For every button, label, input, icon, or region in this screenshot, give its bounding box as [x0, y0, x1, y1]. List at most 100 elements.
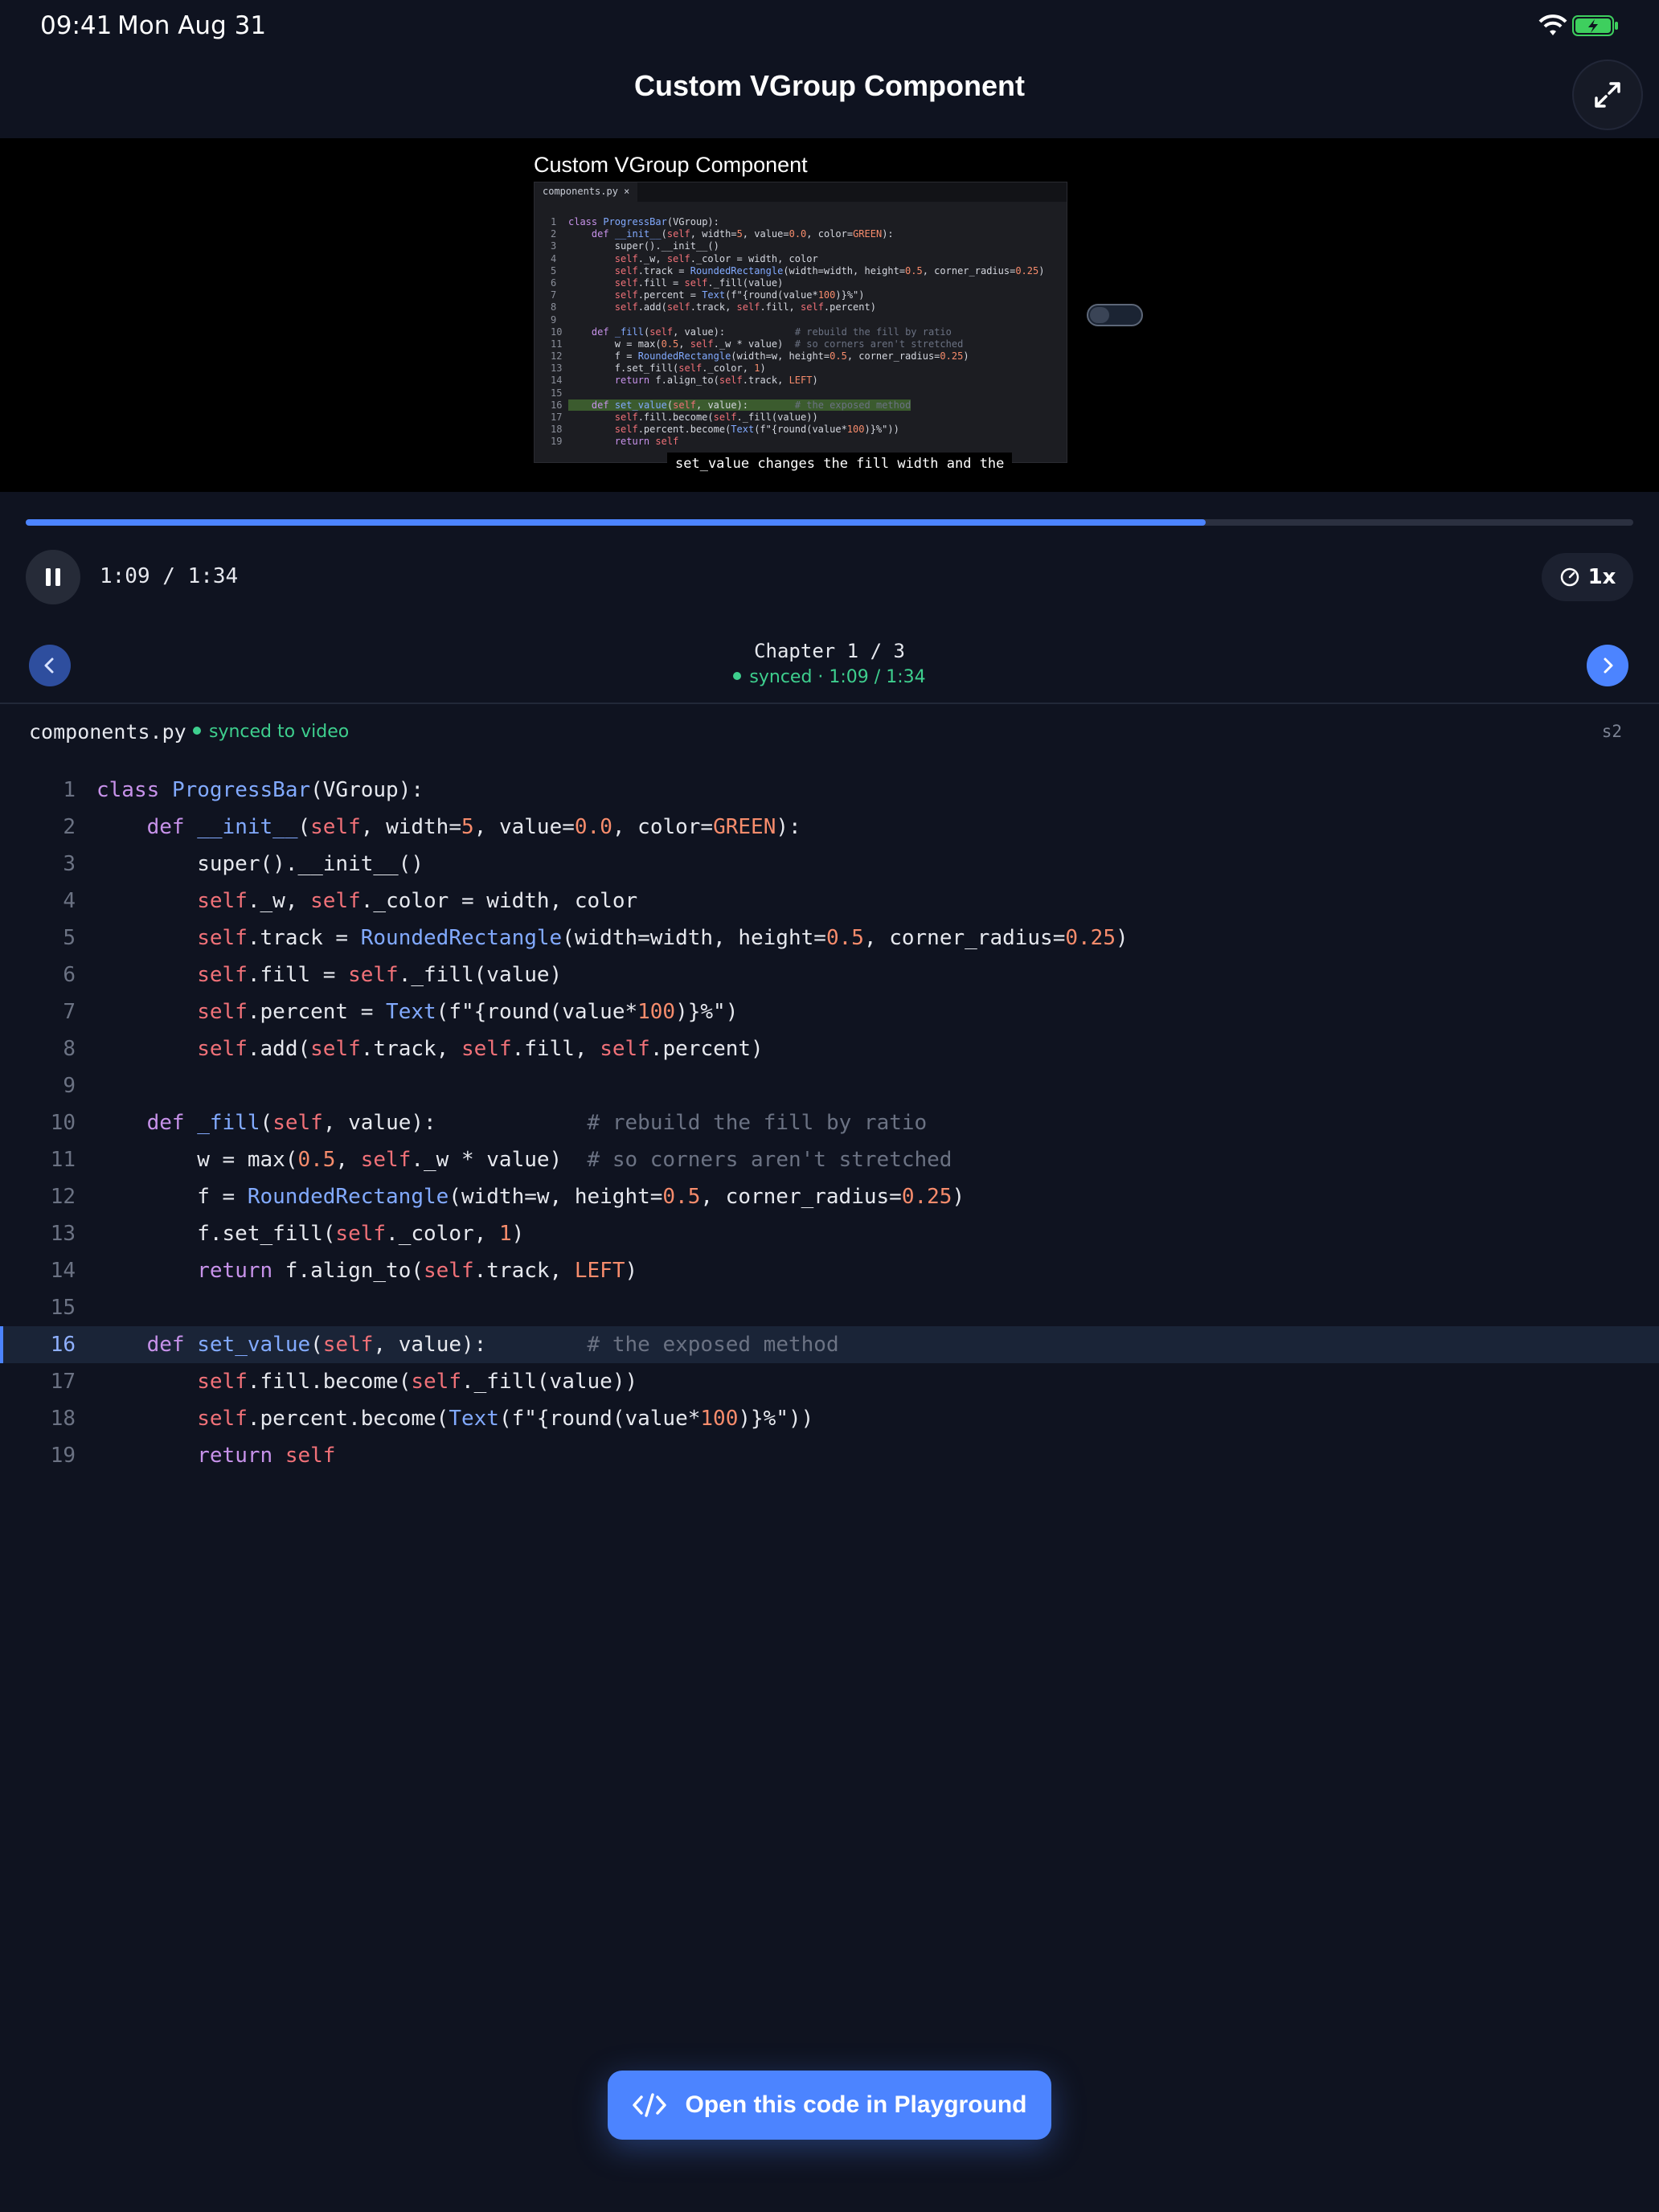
video-code-line: 6 self.fill = self._fill(value) — [551, 276, 784, 289]
battery-charging-icon — [1572, 15, 1618, 36]
code-line-text: f = RoundedRectangle(width=w, height=0.5… — [96, 1185, 965, 1209]
code-line[interactable]: 8 self.add(self.track, self.fill, self.p… — [0, 1030, 1659, 1067]
code-line-text: self.percent = Text(f"{round(value*100)}… — [197, 1000, 739, 1024]
video-code-line: 11 w = max(0.5, self._w * value) # so co… — [551, 338, 964, 350]
page-title: Custom VGroup Component — [634, 69, 1025, 102]
seek-bar[interactable] — [26, 519, 1633, 526]
code-line-text: self.add(self.track, self.fill, self.per… — [197, 1037, 764, 1061]
sync-dot — [193, 727, 201, 735]
playback-speed-button[interactable]: 1x — [1542, 553, 1633, 601]
video-code-line: 5 self.track = RoundedRectangle(width=wi… — [551, 264, 1045, 276]
code-line[interactable]: 17 self.fill.become(self._fill(value)) — [0, 1363, 1659, 1400]
line-number: 12 — [50, 1185, 76, 1209]
code-line[interactable]: 1 class ProgressBar(VGroup): — [0, 772, 1659, 809]
code-line[interactable]: 12 f = RoundedRectangle(width=w, height=… — [0, 1178, 1659, 1215]
video-code-line: 12 f = RoundedRectangle(width=w, height=… — [551, 350, 969, 363]
line-number: 11 — [50, 1148, 76, 1172]
next-chapter-button[interactable] — [1587, 645, 1628, 686]
chapter-sync-text: synced · 1:09 / 1:34 — [749, 667, 926, 687]
code-line[interactable]: 5 self.track = RoundedRectangle(width=wi… — [0, 920, 1659, 956]
video-code-line: 16 def set_value(self, value): # the exp… — [551, 399, 911, 411]
line-number: 2 — [63, 815, 76, 839]
line-number: 7 — [63, 1000, 76, 1024]
code-line-text: def __init__(self, width=5, value=0.0, c… — [146, 815, 801, 839]
code-line[interactable]: 9 — [0, 1067, 1659, 1104]
video-code-line: 8 self.add(self.track, self.fill, self.p… — [551, 301, 876, 313]
code-line[interactable]: 3 super().__init__() — [0, 846, 1659, 883]
line-number: 10 — [50, 1111, 76, 1135]
video-code-line: 17 self.fill.become(self._fill(value)) — [551, 412, 818, 423]
code-line[interactable]: 15 — [0, 1289, 1659, 1326]
code-line-text: class ProgressBar(VGroup): — [96, 778, 424, 802]
video-player[interactable]: Custom VGroup Component components.py × … — [0, 138, 1659, 492]
expand-button[interactable] — [1572, 59, 1643, 130]
line-number: 13 — [50, 1222, 76, 1246]
code-line[interactable]: 14 return f.align_to(self.track, LEFT) — [0, 1252, 1659, 1289]
video-code-line: 3 super().__init__() — [551, 240, 719, 252]
line-number: 16 — [50, 1333, 76, 1357]
code-line[interactable]: 19 return self — [0, 1437, 1659, 1474]
file-name: components.py — [29, 720, 186, 743]
line-number: 19 — [50, 1444, 76, 1468]
status-time: 09:41 — [40, 11, 113, 40]
code-line[interactable]: 2 def __init__(self, width=5, value=0.0,… — [0, 809, 1659, 846]
expand-icon — [1595, 82, 1620, 108]
status-date: Mon Aug 31 — [117, 11, 267, 40]
code-icon — [633, 2093, 667, 2117]
video-code-line: 19 return self — [551, 436, 679, 448]
sync-dot — [733, 672, 742, 680]
video-code-line: 7 self.percent = Text(f"{round(value*100… — [551, 289, 865, 301]
line-number: 14 — [50, 1259, 76, 1283]
line-number: 6 — [63, 963, 76, 987]
video-code-line: 10 def _fill(self, value): # rebuild the… — [551, 326, 952, 338]
code-line[interactable]: 13 f.set_fill(self._color, 1) — [0, 1215, 1659, 1252]
code-line[interactable]: 16 def set_value(self, value): # the exp… — [0, 1326, 1659, 1363]
video-code-preview: 1 class ProgressBar(VGroup): 2 def __init_… — [551, 216, 1044, 449]
code-line[interactable]: 6 self.fill = self._fill(value) — [0, 956, 1659, 993]
code-line-text: self.percent.become(Text(f"{round(value*… — [197, 1407, 814, 1431]
video-editor-tab: components.py × — [535, 182, 638, 202]
video-code-line: 2 def __init__(self, width=5, value=0.0,… — [551, 228, 894, 240]
video-code-line: 13 f.set_fill(self._color, 1) — [551, 363, 766, 375]
code-line-text: super().__init__() — [96, 852, 424, 876]
open-in-playground-button[interactable]: Open this code in Playground — [608, 2071, 1051, 2140]
video-code-line: 9 — [551, 313, 557, 326]
video-code-line: 1 class ProgressBar(VGroup): — [551, 216, 719, 227]
code-line[interactable]: 7 self.percent = Text(f"{round(value*100… — [0, 993, 1659, 1030]
code-line-text: w = max(0.5, self._w * value) # so corne… — [96, 1148, 952, 1172]
video-code-line: 15 — [551, 387, 563, 399]
code-line-text: self.fill.become(self._fill(value)) — [197, 1370, 638, 1394]
player-controls: 1:09 / 1:34 1x — [0, 492, 1659, 624]
video-code-line: 4 self._w, self._color = width, color — [551, 252, 818, 264]
playback-speed-label: 1x — [1587, 565, 1616, 589]
line-number: 8 — [63, 1037, 76, 1061]
code-line[interactable]: 18 self.percent.become(Text(f"{round(val… — [0, 1400, 1659, 1437]
line-number: 18 — [50, 1407, 76, 1431]
speed-gauge-icon — [1560, 567, 1579, 587]
line-number: 15 — [50, 1296, 76, 1320]
pause-icon — [46, 568, 60, 586]
line-number: 3 — [63, 852, 76, 876]
line-number: 5 — [63, 926, 76, 950]
code-listing: 1 class ProgressBar(VGroup): 2 def __init_… — [0, 772, 1659, 1474]
seek-bar-fill — [26, 519, 1206, 526]
code-line-text: return self — [197, 1444, 336, 1468]
status-bar: 09:41 Mon Aug 31 — [0, 0, 1659, 51]
open-in-playground-label: Open this code in Playground — [685, 2091, 1027, 2118]
line-number: 4 — [63, 889, 76, 913]
line-number: 9 — [63, 1074, 76, 1098]
video-frame: components.py × 1 class ProgressBar(VGrou… — [534, 182, 1067, 463]
top-bar: Custom VGroup Component — [0, 51, 1659, 138]
code-line[interactable]: 4 self._w, self._color = width, color — [0, 883, 1659, 920]
pause-button[interactable] — [26, 550, 80, 604]
code-line-text: def set_value(self, value): # the expose… — [146, 1333, 839, 1357]
code-line[interactable]: 10 def _fill(self, value): # rebuild the… — [0, 1104, 1659, 1141]
file-sync-status: synced to video — [193, 722, 349, 742]
code-line-text: self.track = RoundedRectangle(width=widt… — [197, 926, 1129, 950]
video-progress-bar-render — [1087, 304, 1143, 326]
wifi-icon — [1538, 14, 1567, 35]
line-number: 1 — [63, 778, 76, 802]
file-sync-text: synced to video — [209, 722, 350, 742]
video-code-line: 18 self.percent.become(Text(f"{round(val… — [551, 424, 899, 436]
code-line[interactable]: 11 w = max(0.5, self._w * value) # so co… — [0, 1141, 1659, 1178]
